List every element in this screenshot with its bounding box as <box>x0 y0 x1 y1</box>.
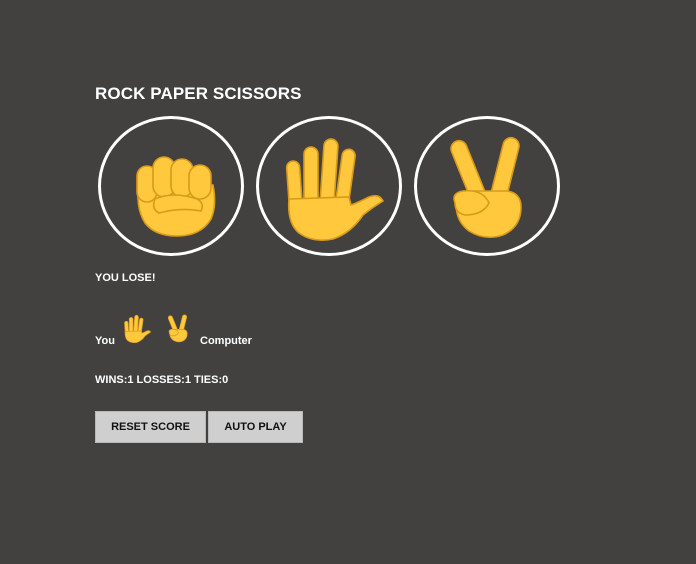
raised-fist-icon <box>136 156 216 237</box>
victory-hand-icon <box>159 309 197 347</box>
score-text: WINS:1 LOSSES:1 TIES:0 <box>95 374 229 386</box>
you-label: You <box>95 335 115 347</box>
move-buttons <box>98 116 568 258</box>
result-text: YOU LOSE! <box>95 272 156 284</box>
raised-hand-icon <box>117 309 155 347</box>
moves-display: You Computer <box>95 309 395 349</box>
reset-score-button[interactable]: RESET SCORE <box>95 411 206 443</box>
raised-hand-icon <box>285 138 385 241</box>
game-container: ROCK PAPER SCISSORS YOU LOSE! You Comput… <box>95 84 655 443</box>
paper-button[interactable] <box>256 116 402 256</box>
rock-button[interactable] <box>98 116 244 256</box>
game-title: ROCK PAPER SCISSORS <box>95 84 302 103</box>
auto-play-button[interactable]: AUTO PLAY <box>208 411 303 443</box>
scissors-button[interactable] <box>414 116 560 256</box>
victory-hand-icon <box>450 136 522 239</box>
computer-label: Computer <box>200 335 252 347</box>
